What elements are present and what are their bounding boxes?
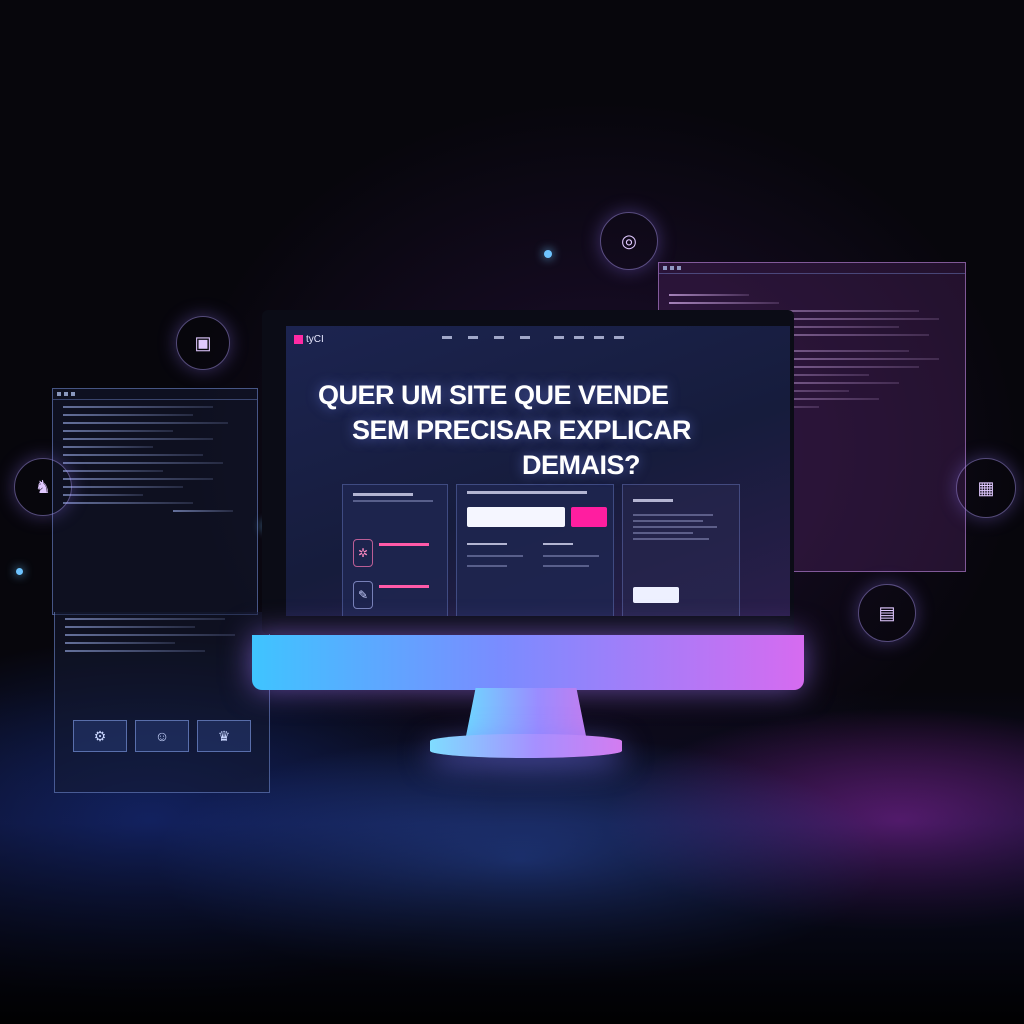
nav-link[interactable] <box>594 336 604 339</box>
robot-icon: ♞ <box>14 458 72 516</box>
signup-card <box>456 484 614 616</box>
email-field[interactable] <box>467 507 565 527</box>
monitor-chin <box>252 635 804 690</box>
nav-link[interactable] <box>442 336 452 339</box>
headline-line-3: DEMAIS? <box>522 450 641 480</box>
monitor: tyCI ✲ ✎ <box>252 310 804 690</box>
lock-icon: ▤ <box>858 584 916 642</box>
submit-button[interactable] <box>571 507 607 527</box>
chip-icon: ▣ <box>176 316 230 370</box>
nav-link[interactable] <box>574 336 584 339</box>
cart-icon: ▦ <box>956 458 1016 518</box>
info-card <box>622 484 740 616</box>
glow-dot <box>16 568 23 575</box>
monitor-stand <box>430 688 622 768</box>
thumbnail-2[interactable]: ☺ <box>135 720 189 752</box>
nav-link[interactable] <box>554 336 564 339</box>
nav-right-links <box>554 336 624 339</box>
nav-link[interactable] <box>520 336 530 339</box>
thumbnail-1[interactable]: ⚙ <box>73 720 127 752</box>
bug-icon: ✲ <box>353 539 373 567</box>
nav-link[interactable] <box>494 336 504 339</box>
thumbnail-row: ⚙ ☺ ♛ <box>73 720 251 752</box>
code-panel-left-lower: ⚙ ☺ ♛ <box>54 612 270 793</box>
feature-label <box>379 585 429 588</box>
thumbnail-3[interactable]: ♛ <box>197 720 251 752</box>
card-button[interactable] <box>633 587 679 603</box>
feature-label <box>379 543 429 546</box>
nav-link[interactable] <box>614 336 624 339</box>
site-logo[interactable]: tyCI <box>294 334 324 345</box>
hero-headline: QUER UM SITE QUE VENDE SEM PRECISAR EXPL… <box>318 378 692 483</box>
glow-dot <box>544 250 552 258</box>
headline-line-1: QUER UM SITE QUE VENDE <box>318 380 669 410</box>
features-card: ✲ ✎ <box>342 484 448 616</box>
target-icon: ◎ <box>600 212 658 270</box>
site-navbar: tyCI <box>286 326 790 352</box>
tools-icon: ✎ <box>353 581 373 609</box>
code-panel-left <box>52 388 258 615</box>
logo-icon <box>294 335 303 344</box>
nav-links <box>442 336 530 339</box>
nav-link[interactable] <box>468 336 478 339</box>
panel-titlebar <box>53 389 257 400</box>
headline-line-2: SEM PRECISAR EXPLICAR <box>352 415 692 445</box>
panel-titlebar <box>659 263 965 274</box>
